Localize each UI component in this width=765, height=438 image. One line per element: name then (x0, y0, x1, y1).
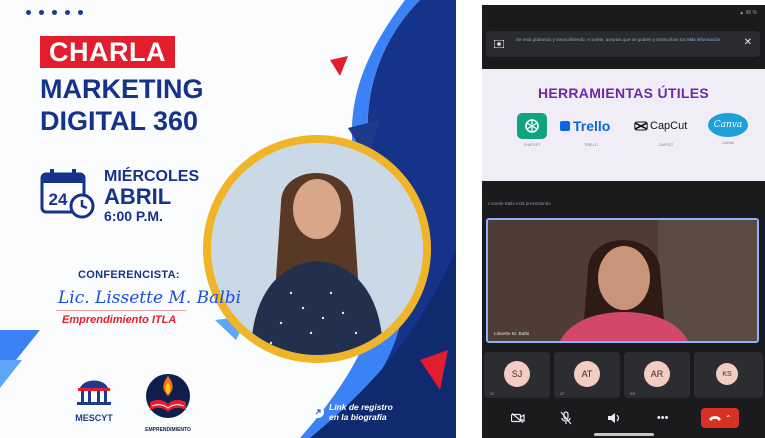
tool-caption: CANVA (722, 141, 734, 145)
end-call-icon (708, 416, 721, 421)
decorative-dots (26, 10, 83, 15)
participant-tile[interactable]: SJ SJ (484, 352, 550, 398)
shared-presentation: HERRAMIENTAS ÚTILES CHATGPT Trello TRELL… (482, 69, 765, 181)
participant-name: AR (630, 392, 636, 396)
registration-note: Link de registro en la biografía (312, 402, 393, 422)
close-icon[interactable]: ✕ (744, 38, 752, 48)
participant-strip: SJ SJ AT AT AR AR KS (482, 352, 765, 400)
active-speaker-video[interactable]: Lissette M. Balbi (486, 218, 759, 343)
screenshot-root: CHARLA MARKETING DIGITAL 360 24 MIÉRCOLE… (0, 0, 765, 438)
tool-caption: CHATGPT (523, 143, 541, 147)
participant-avatar: KS (716, 363, 738, 385)
organization-name: Emprendimiento ITLA (62, 314, 177, 326)
phone-status-bar: ▲ 96 % (739, 10, 757, 16)
participant-tile[interactable]: KS (694, 352, 763, 398)
recording-icon (494, 40, 504, 48)
registration-line2: en la biografía (329, 412, 387, 422)
mescyt-logo: MESCYT (70, 376, 118, 423)
tool-capcut: CapCut CAPCUT (634, 113, 698, 147)
signature-underline (56, 310, 186, 311)
calendar-icon: 24 (40, 168, 96, 225)
tool-caption: CAPCUT (658, 143, 674, 147)
event-month: ABRIL (104, 184, 172, 209)
participant-tile[interactable]: AT AT (554, 352, 620, 398)
recording-notice: Se está grabando y transcribiendo. Al un… (486, 31, 760, 57)
participant-name: AT (560, 392, 565, 396)
tool-logos: CHATGPT Trello TRELLO CapCut CAPCUT Canv… (510, 113, 750, 173)
meeting-screen: ▲ 96 % Se está grabando y transcribiendo… (482, 5, 765, 438)
participant-tile[interactable]: AR AR (624, 352, 690, 398)
calendar-day-number: 24 (49, 190, 68, 209)
speaker-video-frame (488, 220, 757, 341)
speaker-signature: Lic. Lissette M. Balbi (58, 288, 242, 308)
end-call-button[interactable]: ⌃ (700, 408, 739, 428)
chatgpt-logo-icon (517, 113, 547, 139)
trello-logo: Trello (560, 113, 622, 139)
mescyt-label: MESCYT (75, 413, 113, 423)
event-poster: CHARLA MARKETING DIGITAL 360 24 MIÉRCOLE… (0, 0, 456, 438)
recording-notice-text: Se está grabando y transcribiendo. Al un… (516, 37, 721, 42)
event-title-line2: DIGITAL 360 (40, 106, 199, 136)
event-time: 6:00 P.M. (104, 208, 163, 224)
speaker-icon[interactable] (604, 409, 624, 427)
tool-canva: Canva CANVA (706, 113, 750, 145)
home-indicator (594, 433, 654, 436)
participant-avatar: AT (574, 361, 600, 387)
emprendimiento-book-flame-icon (146, 374, 190, 418)
active-speaker-name: Lissette M. Balbi (494, 332, 530, 337)
tool-chatgpt: CHATGPT (510, 113, 554, 147)
event-title-line1: MARKETING (40, 74, 204, 104)
participant-name: SJ (490, 392, 495, 396)
speaker-label: CONFERENCISTA: (78, 269, 180, 281)
canva-logo: Canva (708, 113, 748, 137)
trello-icon (560, 121, 570, 131)
emprendimiento-label: EMPRENDIMIENTO (145, 427, 191, 433)
mescyt-building-icon (77, 380, 111, 405)
tool-caption: TRELLO (584, 143, 598, 147)
participant-avatar: AR (644, 361, 670, 387)
event-date: MIÉRCOLES ABRIL 6:00 P.M. (104, 168, 199, 224)
call-controls: ••• ⌃ (482, 403, 765, 433)
presenting-status: Lissette Balbi está presentando (488, 201, 551, 206)
talk-badge: CHARLA (40, 36, 175, 68)
chevron-up-icon: ⌃ (724, 413, 732, 423)
participant-avatar: SJ (504, 361, 530, 387)
camera-off-icon[interactable] (508, 409, 528, 427)
more-options-icon[interactable]: ••• (653, 409, 673, 427)
tool-trello: Trello TRELLO (560, 113, 622, 147)
emprendimiento-logo: EMPRENDIMIENTO (138, 372, 198, 433)
mic-off-icon[interactable] (556, 409, 576, 427)
link-icon (312, 406, 324, 418)
speaker-photo (211, 143, 423, 355)
capcut-icon (634, 121, 648, 131)
more-info-link[interactable]: Más información (687, 37, 720, 42)
capcut-logo: CapCut (634, 113, 698, 139)
slide-title: HERRAMIENTAS ÚTILES (537, 85, 710, 101)
registration-line1: Link de registro (329, 402, 393, 412)
